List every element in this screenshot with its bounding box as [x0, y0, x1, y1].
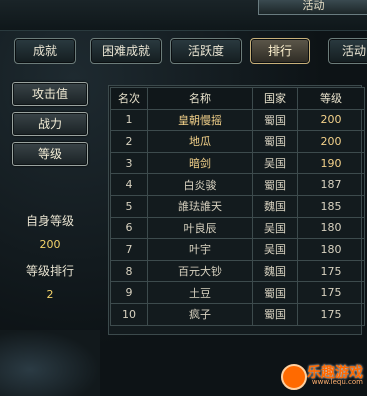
tab-hard-achievement[interactable]: 困难成就: [90, 38, 162, 64]
table-row[interactable]: 4 白炎骏 蜀国 187: [110, 173, 365, 196]
ranking-table: 名次 名称 国家 等级 1 皇朝慢摇 蜀国 200 2 地瓜 蜀国 200 3 …: [108, 85, 365, 335]
level-cell: 180: [297, 238, 365, 261]
attack-value-button[interactable]: 攻击值: [12, 82, 88, 106]
power-button[interactable]: 战力: [12, 112, 88, 136]
name-cell: 誰珐誰天: [147, 194, 253, 218]
tab-activity[interactable]: 活跃度: [170, 38, 242, 64]
level-cell: 185: [297, 194, 365, 218]
rank-cell: 7: [110, 238, 148, 261]
level-rank-value: 2: [46, 288, 54, 301]
level-cell: 175: [297, 281, 365, 304]
country-cell: 蜀国: [252, 108, 298, 132]
background-decoration: [0, 330, 100, 396]
watermark-url: www.lequ.com: [311, 378, 363, 386]
tab-ranking[interactable]: 排行: [250, 38, 310, 64]
level-rank-label: 等级排行: [25, 264, 74, 278]
name-cell: 疯子: [147, 302, 253, 326]
table-row[interactable]: 8 百元大钞 魏国 175: [110, 259, 365, 283]
table-row[interactable]: 7 叶宇 吴国 180: [110, 238, 365, 261]
table-header-row: 名次 名称 国家 等级: [110, 87, 365, 110]
rank-cell: 3: [110, 151, 148, 175]
table-row[interactable]: 9 土豆 蜀国 175: [110, 281, 365, 304]
self-level-label: 自身等级: [25, 214, 74, 228]
level-cell: 190: [297, 151, 365, 175]
rank-cell: 6: [110, 216, 148, 240]
header-name: 名称: [147, 87, 253, 110]
rank-cell: 8: [110, 259, 148, 283]
rank-cell: 4: [110, 173, 148, 196]
level-cell: 200: [297, 130, 365, 153]
name-cell: 白炎骏: [147, 173, 253, 196]
name-cell: 叶宇: [147, 238, 253, 261]
table-row[interactable]: 1 皇朝慢摇 蜀国 200: [110, 108, 365, 132]
level-cell: 180: [297, 216, 365, 240]
tab-events[interactable]: 活动: [328, 38, 367, 64]
rank-cell: 9: [110, 281, 148, 304]
country-cell: 吴国: [252, 216, 298, 240]
name-cell: 百元大钞: [147, 259, 253, 283]
level-cell: 175: [297, 302, 365, 326]
self-level-value: 200: [39, 238, 61, 251]
name-cell: 暗剑: [147, 151, 253, 175]
level-cell: 175: [297, 259, 365, 283]
logo-icon: [281, 364, 307, 390]
name-cell: 皇朝慢摇: [147, 108, 253, 132]
level-cell: 200: [297, 108, 365, 132]
country-cell: 蜀国: [252, 302, 298, 326]
name-cell: 叶良辰: [147, 216, 253, 240]
country-cell: 魏国: [252, 194, 298, 218]
country-cell: 蜀国: [252, 281, 298, 304]
rank-cell: 10: [110, 302, 148, 326]
table-row[interactable]: 6 叶良辰 吴国 180: [110, 216, 365, 240]
rank-cell: 5: [110, 194, 148, 218]
level-cell: 187: [297, 173, 365, 196]
rank-cell: 1: [110, 108, 148, 132]
country-cell: 魏国: [252, 259, 298, 283]
name-cell: 土豆: [147, 281, 253, 304]
table-row[interactable]: 3 暗剑 吴国 190: [110, 151, 365, 175]
country-cell: 吴国: [252, 238, 298, 261]
tab-bar: 成就 困难成就 活跃度 排行 活动: [10, 38, 367, 64]
country-cell: 吴国: [252, 151, 298, 175]
watermark-logo: 乐趣游戏 www.lequ.com: [281, 362, 363, 390]
window-title: 活动: [258, 0, 367, 15]
country-cell: 蜀国: [252, 130, 298, 153]
tab-achievement[interactable]: 成就: [14, 38, 76, 64]
name-cell: 地瓜: [147, 130, 253, 153]
table-row[interactable]: 5 誰珐誰天 魏国 185: [110, 194, 365, 218]
country-cell: 蜀国: [252, 173, 298, 196]
header-rank: 名次: [110, 87, 148, 110]
rank-cell: 2: [110, 130, 148, 153]
header-level: 等级: [297, 87, 365, 110]
table-row[interactable]: 10 疯子 蜀国 175: [110, 302, 365, 326]
header-country: 国家: [252, 87, 298, 110]
level-button[interactable]: 等级: [12, 142, 88, 166]
table-row[interactable]: 2 地瓜 蜀国 200: [110, 130, 365, 153]
